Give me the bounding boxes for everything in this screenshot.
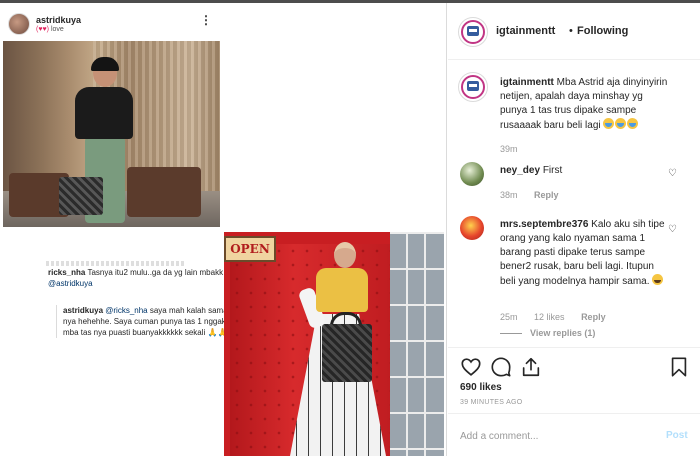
comment-time[interactable]: 25m: [500, 312, 518, 322]
black-blouse: [75, 87, 133, 139]
yellow-top: [316, 268, 368, 312]
share-icon[interactable]: [520, 356, 542, 378]
user-avatar[interactable]: [460, 216, 484, 240]
caption-time[interactable]: 39m: [500, 144, 518, 154]
header-separator: •: [569, 25, 573, 37]
post-timestamp[interactable]: 39 MINUTES AGO: [460, 399, 523, 406]
logo-mark: [467, 81, 479, 91]
embedded-avatar: [8, 13, 30, 35]
reply-button[interactable]: Reply: [534, 190, 559, 200]
comment-input[interactable]: [460, 428, 650, 444]
add-comment-bar: Post: [448, 413, 700, 456]
comment-text: mrs.septembre376 Kalo aku sih tipe orang…: [500, 218, 672, 289]
screenshot-comment-1-user: ricks_nha: [48, 268, 86, 277]
comment-meta: 38m Reply: [500, 190, 573, 200]
ottoman-right: [127, 167, 201, 217]
comment-username[interactable]: mrs.septembre376: [500, 219, 588, 230]
person-hair: [91, 57, 119, 71]
post-button[interactable]: Post: [666, 430, 688, 441]
open-sign: OPEN: [224, 236, 276, 262]
igtainmentt-logo-avatar[interactable]: [458, 72, 488, 102]
header-username[interactable]: igtainmentt: [496, 25, 555, 37]
comment-body: First: [542, 165, 563, 176]
following-button[interactable]: Following: [577, 25, 628, 37]
embedded-subtitle: (♥♥) love: [36, 26, 64, 33]
photo-woman-red-door: OPEN: [224, 232, 444, 456]
crying-emoji-icon: [603, 118, 615, 129]
screenshot-comment-1-mention: @astridkuya: [48, 279, 93, 288]
caption-text: igtainmentt Mba Astrid aja dinyinyirin n…: [500, 76, 672, 133]
logo-mark: [467, 26, 479, 36]
crying-emoji-icon: [627, 118, 639, 129]
caption-meta: 39m: [500, 144, 532, 154]
comment-username[interactable]: ney_dey: [500, 165, 540, 176]
emoji-group: [603, 118, 639, 131]
embedded-subtitle-text: love: [50, 26, 64, 33]
likes-count[interactable]: 690 likes: [460, 382, 502, 393]
comment-likes[interactable]: 12 likes: [534, 312, 565, 322]
comment-like-heart-icon[interactable]: ♡: [668, 224, 677, 235]
action-bar: 690 likes 39 MINUTES AGO: [448, 347, 700, 413]
post-side-panel: igtainmentt • Following igtainmentt Mba …: [448, 3, 700, 456]
grinning-emoji-icon: [652, 274, 664, 285]
comment-text: ney_dey First: [500, 164, 672, 178]
embedded-more-icon: ⋮: [200, 13, 212, 27]
reply-button[interactable]: Reply: [581, 312, 606, 322]
user-avatar[interactable]: [460, 162, 484, 186]
post-media[interactable]: astridkuya (♥♥) love ⋮ ricks_nha Tasnya …: [0, 3, 447, 456]
instagram-post-window: astridkuya (♥♥) love ⋮ ricks_nha Tasnya …: [0, 0, 700, 456]
comments-list[interactable]: igtainmentt Mba Astrid aja dinyinyirin n…: [448, 60, 700, 347]
embedded-post-header: astridkuya (♥♥) love ⋮: [0, 9, 222, 39]
comment-bubble-icon[interactable]: [490, 356, 512, 378]
comment-meta: 25m 12 likes Reply: [500, 312, 620, 322]
tote-bag: [322, 324, 372, 382]
igtainmentt-logo-avatar[interactable]: [458, 17, 488, 47]
screenshot-comment-1-text: Tasnya itu2 mulu..ga da yg lain mbakk: [85, 268, 224, 277]
crying-emoji-icon: [615, 118, 627, 129]
tote-bag: [59, 177, 103, 215]
post-header: igtainmentt • Following: [448, 3, 700, 60]
cropped-edge: [46, 261, 186, 266]
photo-woman-black-top: [3, 41, 220, 227]
screenshot-comment-2-mention: @ricks_nha: [103, 306, 148, 315]
heart-icon[interactable]: [460, 356, 482, 378]
view-replies-button[interactable]: View replies (1): [500, 328, 595, 338]
screenshot-comment-2-user: astridkuya: [63, 306, 104, 315]
embedded-subtitle-hearts: (♥♥): [36, 26, 49, 33]
comment-time[interactable]: 38m: [500, 190, 518, 200]
comment-like-heart-icon[interactable]: ♡: [668, 168, 677, 179]
shop-window: [390, 232, 444, 456]
caption-username[interactable]: igtainmentt: [500, 77, 554, 88]
bookmark-icon[interactable]: [668, 356, 690, 378]
person-head: [334, 242, 356, 268]
embedded-username: astridkuya: [36, 15, 82, 25]
